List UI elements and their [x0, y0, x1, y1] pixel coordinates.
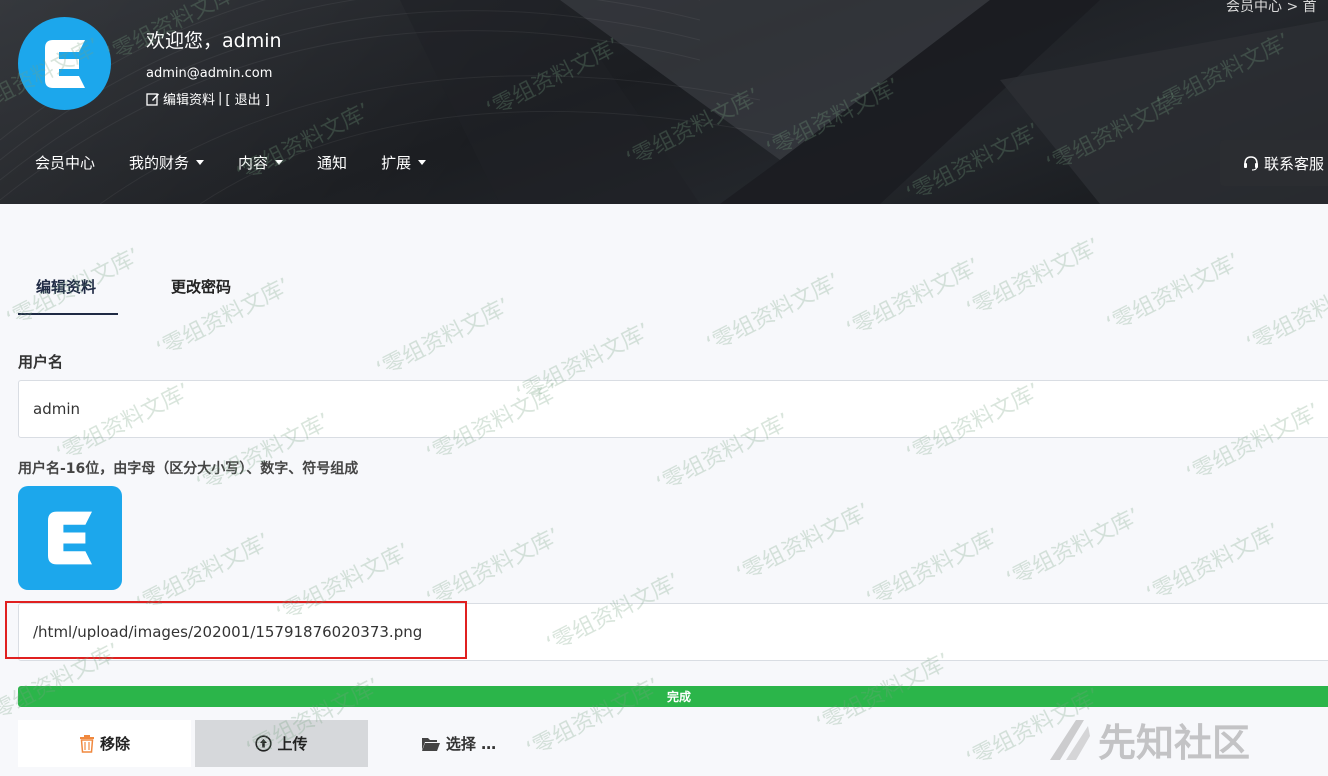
nav-item-label: 通知 — [317, 154, 348, 172]
upload-progress-bar: 完成 — [18, 686, 1328, 707]
profile-links: 编辑资料 | [ 退出 ] — [146, 89, 270, 108]
support-button[interactable]: 联系客服 — [1220, 140, 1328, 186]
headset-icon — [1244, 156, 1258, 171]
nav-item-notifications[interactable]: 通知 — [317, 152, 347, 173]
watermark-text: ‘零组资料文库’ — [1142, 519, 1285, 608]
nav-item-label: 扩展 — [381, 154, 412, 172]
remove-label: 移除 — [99, 735, 130, 753]
username-input[interactable]: admin — [18, 380, 1328, 438]
caret-down-icon — [196, 160, 205, 165]
link-separator: | — [218, 91, 223, 106]
watermark-text: ‘零组资料文库’ — [422, 524, 565, 613]
nav-item-finance[interactable]: 我的财务 — [129, 152, 205, 173]
logo-e-icon — [48, 511, 92, 565]
edit-icon — [146, 92, 159, 106]
trash-icon — [79, 734, 94, 753]
tab-edit-profile[interactable]: 编辑资料 — [18, 268, 118, 315]
site-logo[interactable] — [18, 17, 111, 110]
xianzhi-brand: 先知社区 — [1098, 721, 1251, 765]
watermark-text: ‘零组资料文库’ — [372, 294, 515, 383]
progress-label: 完成 — [666, 690, 691, 704]
nav-item-extensions[interactable]: 扩展 — [381, 152, 427, 173]
main-nav: 会员中心 我的财务 内容 通知 扩展 — [35, 152, 460, 173]
logout-link[interactable]: [ 退出 ] — [225, 89, 269, 108]
edit-profile-link[interactable]: 编辑资料 — [163, 89, 215, 108]
file-buttons: 移除 上传 选择 … — [18, 720, 545, 767]
watermark-text: ‘零组资料文库’ — [1002, 504, 1145, 593]
watermark-text: ‘零组资料文库’ — [962, 234, 1105, 323]
watermark-text: ‘零组资料文库’ — [732, 499, 875, 588]
xianzhi-watermark: 先知社区 — [1048, 712, 1250, 767]
nav-item-member-center[interactable]: 会员中心 — [35, 152, 95, 173]
breadcrumb[interactable]: 会员中心 > 首 — [1226, 0, 1317, 16]
user-email: admin@admin.com — [146, 66, 273, 81]
welcome-text: 欢迎您，admin — [146, 30, 282, 52]
caret-down-icon — [275, 160, 284, 165]
remove-button[interactable]: 移除 — [18, 720, 191, 767]
watermark-text: ‘零组资料文库’ — [1102, 249, 1245, 338]
browse-label: 选择 … — [445, 735, 497, 753]
avatar-preview — [18, 486, 122, 590]
tab-change-password[interactable]: 更改密码 — [171, 268, 231, 315]
logo-e-icon — [44, 39, 85, 88]
nav-item-label: 内容 — [238, 154, 269, 172]
watermark-text: ‘零组资料文库’ — [1242, 269, 1328, 358]
watermark-text: ‘零组资料文库’ — [842, 254, 985, 343]
nav-item-label: 会员中心 — [35, 154, 96, 172]
nav-item-label: 我的财务 — [129, 154, 190, 172]
watermark-text: ‘零组资料文库’ — [862, 524, 1005, 613]
header-banner: 欢迎您，admin admin@admin.com 编辑资料 | [ 退出 ] … — [0, 0, 1328, 204]
support-label: 联系客服 — [1264, 154, 1325, 173]
caret-down-icon — [418, 160, 427, 165]
browse-button[interactable]: 选择 … — [372, 720, 545, 767]
upload-button[interactable]: 上传 — [195, 720, 368, 767]
profile-tabs: 编辑资料 更改密码 — [18, 268, 231, 315]
nav-item-content[interactable]: 内容 — [238, 152, 284, 173]
upload-label: 上传 — [277, 735, 308, 753]
highlight-annotation — [5, 601, 467, 659]
username-hint: 用户名-16位，由字母（区分大小写）、数字、符号组成 — [18, 461, 359, 477]
watermark-text: ‘零组资料文库’ — [702, 269, 845, 358]
folder-open-icon — [421, 737, 440, 751]
upload-circle-icon — [255, 735, 273, 752]
username-label: 用户名 — [18, 353, 64, 371]
xianzhi-logo-icon — [1050, 719, 1090, 760]
